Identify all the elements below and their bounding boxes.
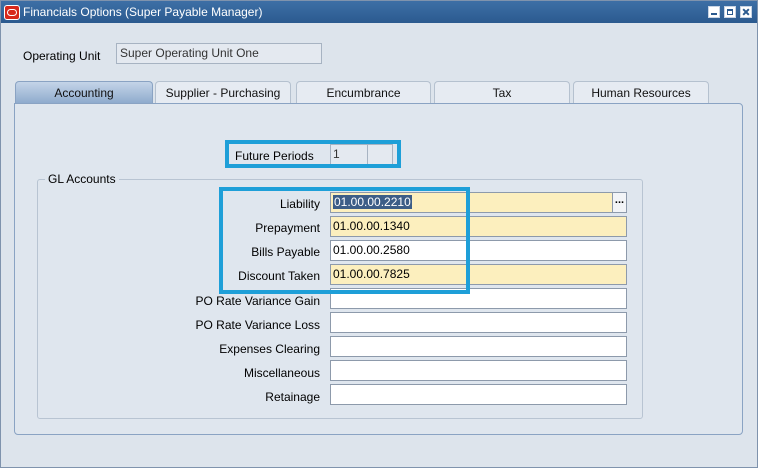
retainage-label: Retainage — [265, 390, 320, 404]
window-title: Financials Options (Super Payable Manage… — [23, 5, 263, 19]
minimize-icon[interactable] — [708, 6, 720, 18]
gl-accounts-title: GL Accounts — [45, 172, 119, 186]
retainage-field[interactable] — [330, 384, 627, 405]
close-icon[interactable] — [740, 6, 752, 18]
oracle-app-icon — [4, 5, 20, 20]
po-rate-variance-gain-label: PO Rate Variance Gain — [195, 294, 320, 308]
operating-unit-label: Operating Unit — [23, 49, 101, 63]
expenses-clearing-label: Expenses Clearing — [219, 342, 320, 356]
tab-human-resources[interactable]: Human Resources — [573, 81, 709, 103]
tab-encumbrance[interactable]: Encumbrance — [296, 81, 431, 103]
tab-accounting[interactable]: Accounting — [15, 81, 153, 103]
maximize-icon[interactable] — [724, 6, 736, 18]
tab-supplier-purchasing[interactable]: Supplier - Purchasing — [155, 81, 291, 103]
tab-tax[interactable]: Tax — [434, 81, 570, 103]
expenses-clearing-field[interactable] — [330, 336, 627, 357]
po-rate-variance-loss-field[interactable] — [330, 312, 627, 333]
future-periods-highlight-box — [225, 140, 401, 168]
po-rate-variance-loss-label: PO Rate Variance Loss — [195, 318, 320, 332]
gl-accounts-highlight-box — [219, 187, 470, 294]
list-of-values-button[interactable]: ... — [612, 192, 627, 213]
operating-unit-field[interactable]: Super Operating Unit One — [116, 43, 322, 64]
title-bar: Financials Options (Super Payable Manage… — [1, 1, 757, 23]
miscellaneous-label: Miscellaneous — [243, 366, 320, 380]
miscellaneous-field[interactable] — [330, 360, 627, 381]
